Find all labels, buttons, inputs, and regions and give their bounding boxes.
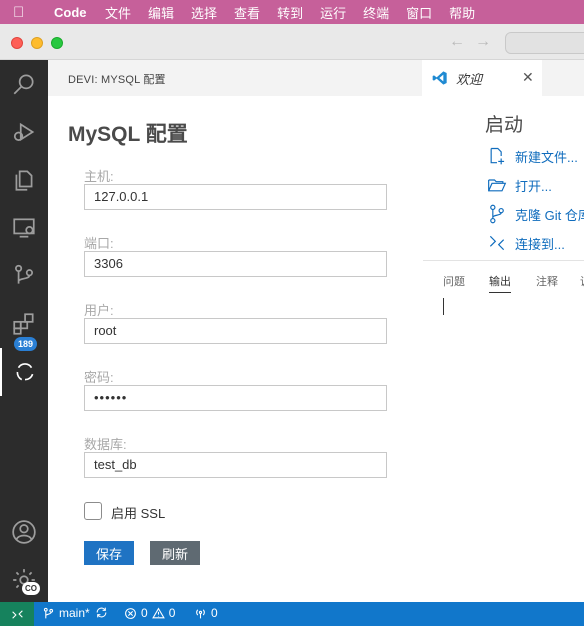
tab-problems[interactable]: 问题 (443, 273, 465, 289)
user-input[interactable]: root (84, 318, 387, 344)
save-button[interactable]: 保存 (84, 541, 134, 565)
git-clone-label: 克隆 Git 仓库 (515, 207, 584, 223)
database-label: 数据库: (84, 437, 127, 452)
menu-terminal[interactable]: 终端 (363, 3, 389, 22)
status-bar: main* 0 0 0 (0, 602, 584, 626)
editor-tab-bar: DEVI: MYSQL 配置 欢迎 ✕ (48, 60, 584, 96)
new-file-icon (490, 147, 505, 165)
close-window-button[interactable] (11, 37, 23, 49)
mysql-config-editor: MySQL 配置 主机: 127.0.0.1 端口: 3306 用户: root… (48, 96, 423, 602)
connect-remote-icon (489, 235, 505, 251)
zoom-window-button[interactable] (51, 37, 63, 49)
menu-run[interactable]: 运行 (320, 3, 346, 22)
password-input[interactable]: •••••• (84, 385, 387, 411)
welcome-page: 启动 新建文件... 打开... 克隆 Git 仓库 连接到... (423, 96, 584, 260)
host-label: 主机: (84, 169, 114, 184)
tab-debug-console[interactable]: 调 (580, 273, 584, 289)
tab-welcome-label: 欢迎 (456, 71, 483, 87)
sync-button[interactable] (95, 606, 112, 619)
error-icon (125, 607, 136, 619)
ports-count: 0 (211, 606, 218, 620)
app-menu[interactable]: Code (54, 5, 87, 20)
window-titlebar: ← → (0, 24, 584, 60)
new-file-label: 新建文件... (515, 149, 578, 165)
macos-menubar:  Code 文件 编辑 选择 查看 转到 运行 终端 窗口 帮助 (0, 0, 584, 24)
remote-icon (11, 609, 23, 619)
refresh-button[interactable]: 刷新 (150, 541, 200, 565)
port-input[interactable]: 3306 (84, 251, 387, 277)
menu-file[interactable]: 文件 (105, 3, 131, 22)
open-label: 打开... (515, 178, 552, 194)
menu-view[interactable]: 查看 (234, 3, 260, 22)
host-input[interactable]: 127.0.0.1 (84, 184, 387, 210)
branch-indicator[interactable]: main* (42, 606, 90, 620)
menu-window[interactable]: 窗口 (406, 3, 432, 22)
command-center[interactable] (505, 32, 584, 54)
tab-welcome[interactable]: 欢迎 ✕ (422, 60, 542, 96)
activity-bar: 189 (0, 60, 48, 602)
branch-icon (43, 607, 54, 618)
error-count: 0 (141, 606, 148, 620)
branch-name: main* (59, 606, 90, 620)
output-panel: 问题 输出 注释 调 (423, 260, 584, 602)
user-label: 用户: (84, 303, 114, 318)
back-arrow-icon[interactable]: ← (449, 33, 465, 51)
account-icon[interactable] (0, 508, 48, 556)
extensions-icon[interactable] (0, 300, 48, 348)
remote-explorer-icon[interactable] (0, 204, 48, 252)
ports-indicator[interactable]: 0 (194, 606, 218, 620)
settings-icon[interactable] (0, 556, 48, 604)
menu-selection[interactable]: 选择 (191, 3, 217, 22)
connect-label: 连接到... (515, 236, 565, 252)
explorer-icon[interactable] (0, 156, 48, 204)
minimize-window-button[interactable] (31, 37, 43, 49)
open-link[interactable]: 打开... (487, 174, 552, 196)
database-icon[interactable] (0, 348, 48, 396)
vscode-logo-icon (432, 71, 447, 85)
problems-indicator[interactable]: 0 0 (124, 606, 175, 620)
menu-go[interactable]: 转到 (277, 3, 303, 22)
ssl-checkbox[interactable] (84, 502, 102, 520)
radio-tower-icon (196, 608, 205, 618)
apple-menu-icon[interactable]:  (13, 4, 33, 21)
start-heading: 启动 (485, 115, 524, 136)
warning-count: 0 (168, 606, 176, 620)
close-icon[interactable]: ✕ (522, 69, 534, 86)
text-cursor (443, 298, 444, 315)
database-input[interactable]: test_db (84, 452, 387, 478)
connect-link[interactable]: 连接到... (487, 232, 565, 254)
sync-icon (96, 607, 107, 618)
menu-edit[interactable]: 编辑 (148, 3, 174, 22)
tab-comments[interactable]: 注释 (536, 273, 558, 289)
menu-help[interactable]: 帮助 (449, 3, 475, 22)
ssl-checkbox-label: 启用 SSL (111, 506, 166, 521)
port-label: 端口: (84, 236, 114, 251)
git-clone-link[interactable]: 克隆 Git 仓库 (487, 203, 584, 225)
git-clone-icon (490, 204, 504, 224)
open-folder-icon (488, 179, 507, 192)
tab-mysql-config[interactable]: DEVI: MYSQL 配置 (68, 71, 166, 87)
forward-arrow-icon[interactable]: → (475, 33, 491, 51)
warning-icon (151, 607, 165, 618)
search-icon[interactable] (0, 60, 48, 108)
run-debug-icon[interactable] (0, 108, 48, 156)
tab-output[interactable]: 输出 (489, 273, 511, 293)
password-label: 密码: (84, 370, 114, 385)
page-title: MySQL 配置 (68, 123, 188, 146)
new-file-link[interactable]: 新建文件... (487, 145, 578, 167)
source-control-icon[interactable] (0, 252, 48, 300)
settings-badge: CO (22, 582, 40, 595)
remote-indicator[interactable] (0, 602, 34, 626)
